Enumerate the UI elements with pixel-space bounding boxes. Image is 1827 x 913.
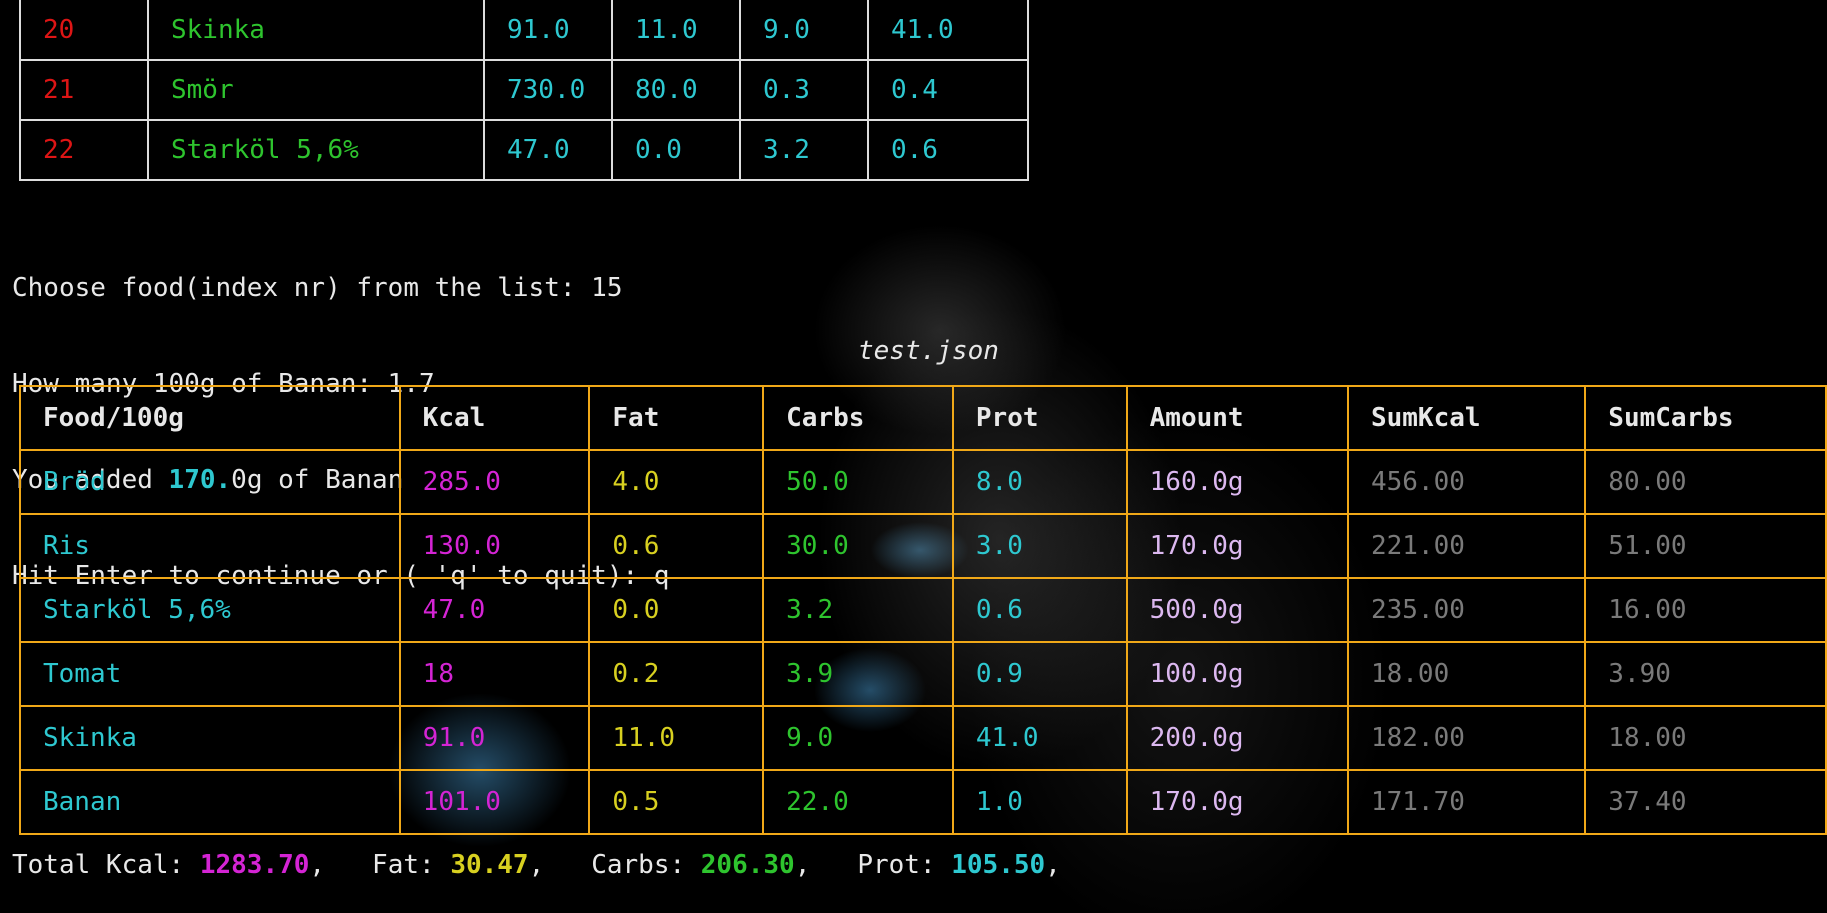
totals-line: Total Kcal: 1283.70, Fat: 30.47, Carbs: … <box>12 849 1061 881</box>
cell-kcal: 101.0 <box>398 769 591 835</box>
total-kcal-value: 1283.70 <box>199 850 310 880</box>
food-kcal: 730.0 <box>483 59 613 121</box>
total-carbs-value: 206.30 <box>700 850 795 880</box>
meal-row: Tomat 18 0.2 3.9 0.9 100.0g 18.00 3.90 <box>19 641 1827 707</box>
cell-prot: 41.0 <box>951 705 1128 771</box>
food-index: 22 <box>19 119 149 181</box>
cell-sumcarbs: 16.00 <box>1584 577 1827 643</box>
total-fat-value: 30.47 <box>450 850 529 880</box>
food-kcal: 47.0 <box>483 119 613 181</box>
cell-sumkcal: 456.00 <box>1346 449 1587 515</box>
cell-carbs: 22.0 <box>762 769 954 835</box>
meal-row: Starköl 5,6% 47.0 0.0 3.2 0.6 500.0g 235… <box>19 577 1827 643</box>
meal-row: Skinka 91.0 11.0 9.0 41.0 200.0g 182.00 … <box>19 705 1827 771</box>
header-sumcarbs: SumCarbs <box>1584 385 1827 451</box>
cell-kcal: 47.0 <box>398 577 591 643</box>
total-prot-label: , Prot: <box>794 850 952 880</box>
food-list-table: 20 Skinka 91.0 11.0 9.0 41.0 21 Smör 730… <box>19 0 1029 181</box>
cell-prot: 8.0 <box>951 449 1128 515</box>
cell-prot: 1.0 <box>951 769 1128 835</box>
header-amount: Amount <box>1125 385 1349 451</box>
cell-food: Ris <box>19 513 401 579</box>
cell-food: Tomat <box>19 641 401 707</box>
total-carbs-label: , Carbs: <box>528 850 701 880</box>
food-fat: 80.0 <box>611 59 741 121</box>
food-prot: 0.6 <box>867 119 1029 181</box>
totals-trailing-comma: , <box>1045 850 1061 880</box>
header-sumkcal: SumKcal <box>1346 385 1587 451</box>
cell-carbs: 9.0 <box>762 705 954 771</box>
food-index: 21 <box>19 59 149 121</box>
cell-fat: 0.6 <box>588 513 765 579</box>
cell-food: Skinka <box>19 705 401 771</box>
header-carbs: Carbs <box>762 385 954 451</box>
cell-fat: 4.0 <box>588 449 765 515</box>
food-name: Smör <box>147 59 485 121</box>
cell-kcal: 18 <box>398 641 591 707</box>
food-kcal: 91.0 <box>483 0 613 61</box>
food-carbs: 3.2 <box>739 119 869 181</box>
cell-fat: 0.5 <box>588 769 765 835</box>
cell-sumkcal: 182.00 <box>1346 705 1587 771</box>
cell-amount: 170.0g <box>1125 513 1349 579</box>
total-prot-value: 105.50 <box>951 850 1046 880</box>
total-fat-label: , Fat: <box>309 850 451 880</box>
cell-food: Bröd <box>19 449 401 515</box>
cell-carbs: 50.0 <box>762 449 954 515</box>
cell-fat: 0.2 <box>588 641 765 707</box>
cell-amount: 170.0g <box>1125 769 1349 835</box>
cell-prot: 0.6 <box>951 577 1128 643</box>
cell-sumcarbs: 80.00 <box>1584 449 1827 515</box>
total-kcal-label: Total Kcal: <box>12 850 200 880</box>
food-prot: 41.0 <box>867 0 1029 61</box>
cell-fat: 11.0 <box>588 705 765 771</box>
meal-row: Bröd 285.0 4.0 50.0 8.0 160.0g 456.00 80… <box>19 449 1827 515</box>
food-prot: 0.4 <box>867 59 1029 121</box>
meal-table-header: Food/100g Kcal Fat Carbs Prot Amount Sum… <box>19 385 1827 451</box>
header-food: Food/100g <box>19 385 401 451</box>
meal-row: Ris 130.0 0.6 30.0 3.0 170.0g 221.00 51.… <box>19 513 1827 579</box>
food-list-row: 20 Skinka 91.0 11.0 9.0 41.0 <box>19 0 1029 61</box>
header-prot: Prot <box>951 385 1128 451</box>
cell-kcal: 285.0 <box>398 449 591 515</box>
cell-carbs: 3.2 <box>762 577 954 643</box>
cell-food: Banan <box>19 769 401 835</box>
cell-amount: 500.0g <box>1125 577 1349 643</box>
food-fat: 0.0 <box>611 119 741 181</box>
cell-sumcarbs: 51.00 <box>1584 513 1827 579</box>
food-index: 20 <box>19 0 149 61</box>
cell-sumkcal: 18.00 <box>1346 641 1587 707</box>
cell-kcal: 91.0 <box>398 705 591 771</box>
cell-sumkcal: 171.70 <box>1346 769 1587 835</box>
cell-amount: 160.0g <box>1125 449 1349 515</box>
cell-kcal: 130.0 <box>398 513 591 579</box>
cell-sumcarbs: 37.40 <box>1584 769 1827 835</box>
food-list-row: 22 Starköl 5,6% 47.0 0.0 3.2 0.6 <box>19 119 1029 181</box>
cell-carbs: 3.9 <box>762 641 954 707</box>
food-name: Starköl 5,6% <box>147 119 485 181</box>
food-name: Skinka <box>147 0 485 61</box>
food-fat: 11.0 <box>611 0 741 61</box>
meal-row: Banan 101.0 0.5 22.0 1.0 170.0g 171.70 3… <box>19 769 1827 835</box>
food-carbs: 0.3 <box>739 59 869 121</box>
cell-carbs: 30.0 <box>762 513 954 579</box>
table-caption: test.json <box>858 336 999 366</box>
cell-sumcarbs: 3.90 <box>1584 641 1827 707</box>
cell-food: Starköl 5,6% <box>19 577 401 643</box>
meal-table: Food/100g Kcal Fat Carbs Prot Amount Sum… <box>19 385 1827 835</box>
prompt-choose-food: Choose food(index nr) from the list: 15 <box>12 273 623 303</box>
cell-sumkcal: 221.00 <box>1346 513 1587 579</box>
food-carbs: 9.0 <box>739 0 869 61</box>
cell-amount: 200.0g <box>1125 705 1349 771</box>
cell-sumkcal: 235.00 <box>1346 577 1587 643</box>
cell-sumcarbs: 18.00 <box>1584 705 1827 771</box>
cell-fat: 0.0 <box>588 577 765 643</box>
header-fat: Fat <box>588 385 765 451</box>
cell-amount: 100.0g <box>1125 641 1349 707</box>
food-list-row: 21 Smör 730.0 80.0 0.3 0.4 <box>19 59 1029 121</box>
header-kcal: Kcal <box>398 385 591 451</box>
cell-prot: 0.9 <box>951 641 1128 707</box>
cell-prot: 3.0 <box>951 513 1128 579</box>
